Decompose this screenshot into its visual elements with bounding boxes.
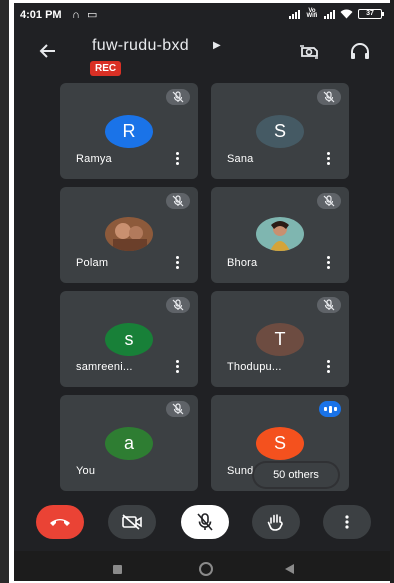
wifi-icon xyxy=(340,9,353,19)
participant-tile[interactable]: R Ramya xyxy=(60,83,198,179)
participant-name: Polam xyxy=(76,257,109,269)
mic-muted-icon xyxy=(317,89,341,105)
camera-off-icon xyxy=(122,514,142,530)
participant-name: Ramya xyxy=(76,153,112,165)
switch-camera-icon[interactable] xyxy=(298,40,322,64)
participant-tile[interactable]: Bhora xyxy=(211,187,349,283)
headphones-icon[interactable] xyxy=(348,40,372,64)
participant-tile[interactable]: T Thodupu... xyxy=(211,291,349,387)
camera-toggle-button[interactable] xyxy=(108,505,156,539)
raise-hand-button[interactable] xyxy=(252,505,300,539)
mic-muted-icon xyxy=(166,193,190,209)
participant-name: You xyxy=(76,465,96,477)
participant-name: Bhora xyxy=(227,257,258,269)
participant-tile[interactable]: Polam xyxy=(60,187,198,283)
participant-name: Thodupu... xyxy=(227,361,282,373)
meeting-title[interactable]: fuw-rudu-bxd xyxy=(92,37,189,55)
title-chevron-icon[interactable]: ▶ xyxy=(213,40,221,51)
participant-tile[interactable]: S Sana xyxy=(211,83,349,179)
vowifi-label: Vo Wifi xyxy=(306,8,318,19)
battery-icon: 37 xyxy=(358,9,384,19)
mic-muted-icon xyxy=(166,89,190,105)
phone-screen: 4:01 PM ∩ ▭ Vo Wifi 37 fuw-rudu-bxd ▶ RE… xyxy=(14,3,390,581)
recording-badge: REC xyxy=(90,61,122,76)
headset-icon: ∩ xyxy=(72,9,82,21)
participant-name: Sana xyxy=(227,153,254,165)
system-navigation-bar xyxy=(14,551,390,581)
end-call-icon xyxy=(50,519,70,526)
end-call-button[interactable] xyxy=(36,505,84,539)
avatar: a xyxy=(105,427,153,460)
participant-tile[interactable]: s samreeni... xyxy=(60,291,198,387)
microphone-toggle-button[interactable] xyxy=(181,505,229,539)
participant-name: Sund xyxy=(227,465,254,477)
back-icon[interactable] xyxy=(285,564,294,574)
mic-off-icon xyxy=(197,513,213,531)
speaking-indicator-icon xyxy=(319,401,341,417)
recents-icon[interactable] xyxy=(113,565,122,574)
raise-hand-icon xyxy=(267,514,283,531)
more-options-icon[interactable] xyxy=(327,360,331,373)
mic-muted-icon xyxy=(317,193,341,209)
more-options-icon[interactable] xyxy=(176,360,180,373)
more-options-icon[interactable] xyxy=(176,256,180,269)
others-count-chip[interactable]: 50 others xyxy=(254,463,338,487)
mic-muted-icon xyxy=(317,297,341,313)
profile-photo xyxy=(105,217,153,251)
home-icon[interactable] xyxy=(199,562,213,576)
avatar: S xyxy=(256,427,304,460)
avatar: T xyxy=(256,323,304,356)
avatar: S xyxy=(256,115,304,148)
mic-muted-icon xyxy=(166,401,190,417)
right-border xyxy=(390,0,394,583)
more-options-icon[interactable] xyxy=(176,152,180,165)
participant-name: samreeni... xyxy=(76,361,133,373)
back-arrow-icon[interactable] xyxy=(38,41,58,61)
status-right-icons: Vo Wifi 37 xyxy=(289,8,384,19)
left-border xyxy=(0,0,9,583)
more-options-icon[interactable] xyxy=(327,152,331,165)
signal-icon xyxy=(289,9,300,19)
signal-icon-2 xyxy=(324,9,335,19)
cast-icon: ▭ xyxy=(86,9,100,21)
more-options-icon[interactable] xyxy=(327,256,331,269)
mic-muted-icon xyxy=(166,297,190,313)
participant-tile-others[interactable]: S Sund 50 others xyxy=(211,395,349,491)
more-options-button[interactable] xyxy=(323,505,371,539)
screenshot-frame: 4:01 PM ∩ ▭ Vo Wifi 37 fuw-rudu-bxd ▶ RE… xyxy=(0,0,394,583)
avatar: s xyxy=(105,323,153,356)
more-vertical-icon xyxy=(345,515,349,529)
avatar: R xyxy=(105,115,153,148)
status-left-icons: ∩ ▭ xyxy=(72,8,99,21)
profile-photo xyxy=(256,217,304,251)
participant-tile-self[interactable]: a You xyxy=(60,395,198,491)
status-time: 4:01 PM xyxy=(20,9,62,21)
status-bar: 4:01 PM ∩ ▭ Vo Wifi 37 xyxy=(14,3,390,27)
